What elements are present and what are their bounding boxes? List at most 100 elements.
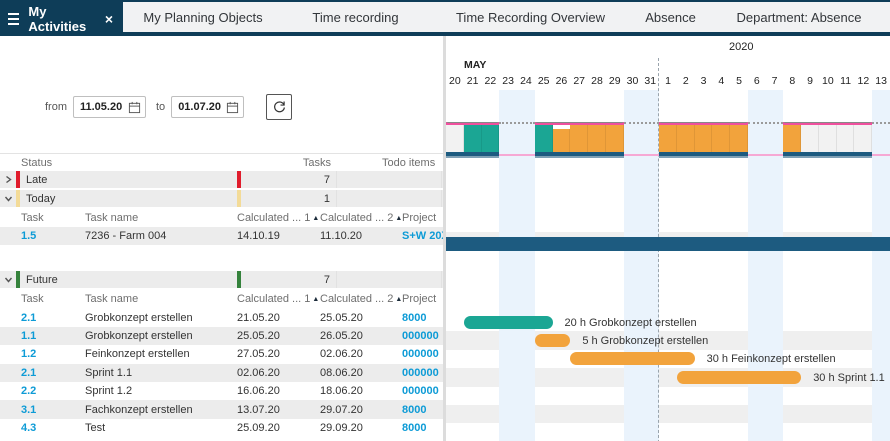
column-header-calculated-2[interactable]: Calculated ... 2▲ — [320, 212, 402, 224]
timeline-day-label: 20 — [446, 75, 464, 89]
chevron-right-icon[interactable] — [0, 175, 16, 184]
column-header-project: Project — [402, 212, 443, 224]
table-row[interactable]: 2.2Sprint 1.216.06.2018.06.20000000 — [0, 382, 443, 400]
group-row-today[interactable]: Today1 — [0, 190, 443, 209]
task-name: Sprint 1.2 — [85, 385, 237, 397]
task-name: Sprint 1.1 — [85, 367, 237, 379]
capacity-bar-orange — [695, 125, 713, 152]
capacity-weekend-dotted-top — [872, 122, 890, 124]
calculated-date-2: 29.09.20 — [320, 422, 402, 434]
sort-asc-icon: ▲ — [312, 215, 319, 222]
sort-asc-icon: ▲ — [312, 296, 319, 303]
task-number-link[interactable]: 1.2 — [21, 348, 85, 360]
column-header-task: Task — [21, 293, 85, 305]
column-header-calculated-1[interactable]: Calculated ... 1▲ — [237, 293, 320, 305]
timeline-day-label: 29 — [606, 75, 624, 89]
group-row-future[interactable]: Future7 — [0, 271, 443, 290]
calendar-icon[interactable] — [226, 101, 239, 114]
table-row[interactable]: 2.1Sprint 1.102.06.2008.06.20000000 — [0, 364, 443, 382]
project-link[interactable]: 000000 — [402, 330, 443, 342]
close-icon[interactable]: × — [105, 12, 113, 26]
task-name: 7236 - Farm 004 — [85, 230, 237, 242]
gantt-summary-bar[interactable] — [446, 237, 890, 251]
capacity-bar-orange — [712, 125, 730, 152]
calendar-icon[interactable] — [128, 101, 141, 114]
capacity-bar-orange — [783, 125, 801, 152]
tab-time-recording[interactable]: Time recording — [283, 2, 428, 32]
capacity-weekend-dotted-top — [624, 122, 660, 124]
tab-my-activities[interactable]: My Activities × — [0, 2, 123, 36]
task-number-link[interactable]: 3.1 — [21, 404, 85, 416]
column-header-calculated-1[interactable]: Calculated ... 1▲ — [237, 212, 320, 224]
column-header-task: Task — [21, 212, 85, 224]
timeline-day-label: 5 — [730, 75, 748, 89]
task-name: Fachkonzept erstellen — [85, 404, 237, 416]
date-filter: from to — [0, 93, 443, 121]
table-row[interactable]: 2.1Grobkonzept erstellen21.05.2025.05.20… — [0, 308, 443, 326]
grid-subheader-row: TaskTask nameCalculated ... 1▲Calculated… — [0, 209, 443, 227]
table-row[interactable]: 1.1Grobkonzept erstellen25.05.2026.05.20… — [0, 327, 443, 345]
timeline-day-label: 11 — [837, 75, 855, 89]
tab-time-recording-overview[interactable]: Time Recording Overview — [428, 2, 633, 32]
chevron-down-icon[interactable] — [0, 194, 16, 203]
tab-department-absence[interactable]: Department: Absence — [708, 2, 890, 32]
table-row[interactable]: 1.57236 - Farm 00414.10.1911.10.20S+W 20… — [0, 227, 443, 245]
calculated-date-2: 11.10.20 — [320, 230, 402, 242]
task-number-link[interactable]: 2.1 — [21, 367, 85, 379]
column-header-calculated-2[interactable]: Calculated ... 2▲ — [320, 293, 402, 305]
calculated-date-1: 21.05.20 — [237, 312, 320, 324]
chevron-down-icon[interactable] — [0, 275, 16, 284]
table-row[interactable]: 1.2Feinkonzept erstellen27.05.2002.06.20… — [0, 345, 443, 363]
from-date-input[interactable] — [80, 101, 128, 113]
menu-icon[interactable] — [8, 10, 19, 28]
capacity-bar-empty — [801, 125, 819, 152]
gantt-task-bar[interactable] — [464, 316, 553, 329]
timeline-day-label: 6 — [748, 75, 766, 89]
capacity-bar-teal — [464, 125, 482, 152]
tab-my-planning-objects[interactable]: My Planning Objects — [123, 2, 283, 32]
timeline-day-label: 24 — [517, 75, 535, 89]
left-panel: from to StatusTasksTodo itemsLate7Today1… — [0, 36, 443, 441]
project-link[interactable]: 8000 — [402, 312, 443, 324]
capacity-bar-teal — [535, 125, 553, 152]
capacity-bar-orange — [606, 125, 624, 152]
capacity-weekend-line — [624, 154, 660, 156]
project-link[interactable]: 000000 — [402, 385, 443, 397]
project-link[interactable]: 8000 — [402, 422, 443, 434]
timeline-day-label: 8 — [783, 75, 801, 89]
task-number-link[interactable]: 1.5 — [21, 230, 85, 242]
gantt-task-bar[interactable] — [535, 334, 571, 347]
group-todo-count — [337, 271, 442, 288]
project-link[interactable]: 8000 — [402, 404, 443, 416]
capacity-weekend-dotted-top — [748, 122, 784, 124]
capacity-bar-orange-short — [553, 129, 571, 152]
project-link[interactable]: 000000 — [402, 367, 443, 379]
project-link[interactable]: 000000 — [402, 348, 443, 360]
task-number-link[interactable]: 4.3 — [21, 422, 85, 434]
table-row[interactable]: 4.3Test25.09.2029.09.208000 — [0, 419, 443, 437]
timeline-day-label: 13 — [872, 75, 890, 89]
to-date-input[interactable] — [178, 101, 226, 113]
gantt-panel: 2020MAY202122232425262728293031123456789… — [446, 36, 890, 441]
refresh-button[interactable] — [266, 94, 292, 120]
app-window: My Activities × My Planning ObjectsTime … — [0, 0, 890, 441]
to-label: to — [156, 101, 165, 113]
timeline-day-label: 31 — [641, 75, 659, 89]
weekend-stripe — [872, 90, 890, 441]
capacity-weekend-dotted-top — [499, 122, 535, 124]
capacity-bar-empty — [854, 125, 872, 152]
table-row[interactable]: 3.1Fachkonzept erstellen13.07.2029.07.20… — [0, 400, 443, 418]
task-number-link[interactable]: 2.1 — [21, 312, 85, 324]
tab-absence[interactable]: Absence — [633, 2, 708, 32]
gantt-task-bar[interactable] — [570, 352, 694, 365]
task-number-link[interactable]: 1.1 — [21, 330, 85, 342]
gantt-task-bar[interactable] — [677, 371, 801, 384]
project-link[interactable]: S+W 20X — [402, 230, 443, 242]
capacity-bar-orange — [588, 125, 606, 152]
task-number-link[interactable]: 2.2 — [21, 385, 85, 397]
task-grid: StatusTasksTodo itemsLate7Today1TaskTask… — [0, 153, 443, 437]
timeline-day-label: 12 — [854, 75, 872, 89]
weekend-stripe — [766, 90, 784, 441]
task-name: Grobkonzept erstellen — [85, 312, 237, 324]
group-row-late[interactable]: Late7 — [0, 171, 443, 190]
